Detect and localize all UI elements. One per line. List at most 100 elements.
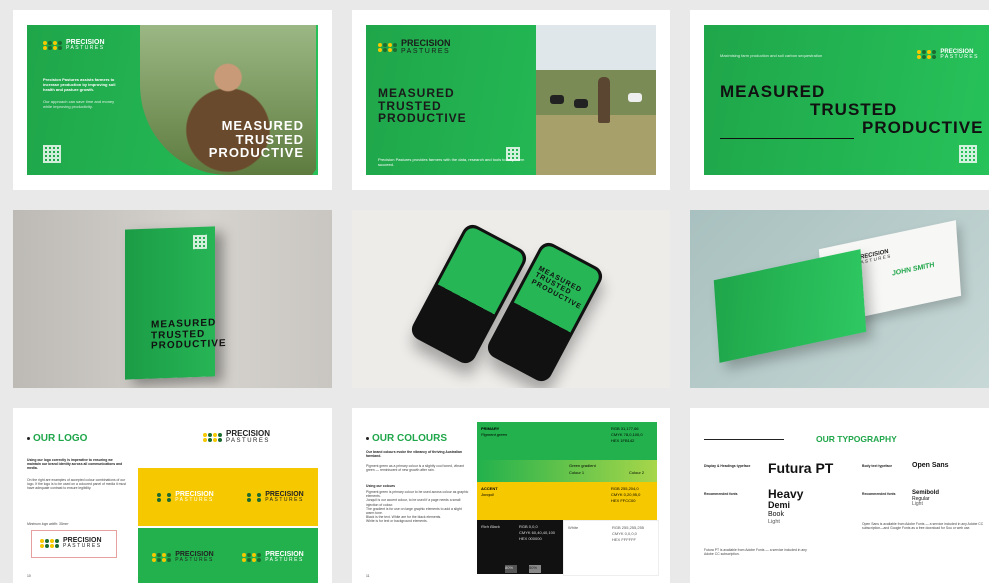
black-cmyk: CMYK 60,40,40,100: [519, 530, 556, 535]
colour-rule-3: The gradient is for use on large graphic…: [366, 506, 462, 516]
brand-logo: PRECISION PASTURES: [152, 491, 214, 503]
slide-thumb-pasture[interactable]: PRECISION PASTURES MEASURED TRUSTED PROD…: [352, 10, 670, 190]
swatch-white: White RGB 255,255,255 CMYK 0,0,0,0 HEX F…: [563, 520, 659, 576]
logo-mark-icon: [203, 432, 222, 442]
headline-trusted: TRUSTED: [810, 99, 898, 119]
intro-text: Precision Pastures assists farmers to in…: [43, 77, 116, 92]
phone-mockup[interactable]: MEASURED TRUSTED PRODUCTIVE: [352, 210, 670, 388]
display-font-name: Futura PT: [768, 460, 834, 476]
qr-code-icon: [43, 145, 61, 163]
logo-mark-icon: [43, 40, 62, 50]
logo-mark-icon: [378, 42, 397, 52]
headline-productive: PRODUCTIVE: [862, 117, 984, 137]
logo-mark-icon: [152, 552, 172, 562]
body-text: Our approach can save time and money whi…: [43, 99, 115, 109]
logo-name-top: PRECISION: [226, 429, 271, 438]
page-our-logo[interactable]: OUR LOGO Using our logo correctly is imp…: [13, 408, 332, 583]
business-card-back: [713, 249, 867, 363]
caption: Maximising farm production and soil carb…: [720, 53, 823, 58]
logo-name-bottom: PASTURES: [175, 557, 214, 563]
logo-on-green-band: PRECISION PASTURES PRECISION PASTURES: [138, 528, 318, 583]
recommended-label-open: Recommended fonts: [862, 492, 896, 496]
slide-intro: PRECISION PASTURES Precision Pastures as…: [27, 25, 318, 175]
page-number: 11: [366, 574, 370, 578]
brand-logo-header: PRECISION PASTURES: [203, 430, 270, 444]
swatch-gradient: Green gradient Colour 1 Colour 2: [477, 460, 657, 482]
cow-icon: [628, 93, 642, 102]
tint-50: 50%: [529, 565, 541, 573]
headline-measured: MEASURED: [221, 118, 304, 133]
pasture-photo: [536, 25, 656, 175]
primary-label: PRIMARY: [481, 426, 500, 431]
logo-mark-icon: [152, 492, 172, 502]
colours-page-title: OUR COLOURS: [372, 433, 447, 444]
logo-page-intro: Using our logo correctly is imperative t…: [27, 458, 123, 471]
brand-logo: PRECISION PASTURES: [917, 49, 979, 60]
brand-logo: PRECISION PASTURES: [152, 551, 214, 563]
qr-code-icon: [506, 147, 520, 161]
display-typeface-label: Display & Headings typeface: [704, 464, 751, 468]
slide-pasture: PRECISION PASTURES MEASURED TRUSTED PROD…: [366, 25, 656, 175]
swatch-black: Rich Black RGB 0,0,0 CMYK 60,40,40,100 H…: [477, 520, 563, 574]
logo-mark-icon: [242, 492, 262, 502]
weight-book: Book: [768, 511, 784, 519]
business-card-mockup[interactable]: PRECISION PASTURES JOHN SMITH: [690, 210, 989, 388]
gradient-colour1: Colour 1: [569, 470, 585, 475]
brand-logo: PRECISION PASTURES: [242, 551, 304, 563]
arrow-line: [704, 439, 784, 440]
logo-mark-icon: [242, 552, 262, 562]
gradient-colour2: Colour 2: [629, 470, 645, 475]
book-line-productive: PRODUCTIVE: [151, 338, 227, 352]
slide-thumb-intro[interactable]: PRECISION PASTURES Precision Pastures as…: [13, 10, 332, 190]
logo-name-top: PRECISION: [401, 38, 451, 48]
brand-logo: PRECISION PASTURES: [242, 491, 304, 503]
logo-name-bottom: PASTURES: [401, 48, 451, 55]
primary-cmyk: CMYK 78,0,100,0: [611, 432, 643, 437]
gradient-label: Green gradient: [569, 463, 596, 468]
colours-body: Pigment green as a primary colour is a s…: [366, 464, 464, 473]
colour-rule-1: Pigment green is primary colour to be us…: [366, 490, 469, 499]
brand-logo: PRECISION PASTURES: [40, 537, 102, 549]
weight-light: Light: [768, 518, 780, 525]
colours-intro: Our brand colours evoke the vibrancy of …: [366, 450, 462, 459]
cow-icon: [574, 99, 588, 108]
qr-code-icon: [193, 234, 207, 250]
headline-productive: PRODUCTIVE: [378, 111, 467, 126]
colours-using-heading: Using our colours: [366, 484, 396, 488]
white-cmyk: CMYK 0,0,0,0: [612, 531, 637, 536]
logo-name-bottom: PASTURES: [63, 543, 102, 549]
swatch-primary: PRIMARY Pigment green RGB 31,177,66 CMYK…: [477, 422, 657, 460]
logo-mark-icon: [40, 538, 59, 548]
body-typeface-label: Body text typeface: [862, 464, 893, 468]
white-hex: HEX FFFFFF: [612, 537, 636, 542]
colour-rule-2: Jonquil is our accent colour, to be used…: [366, 498, 461, 507]
headline-measured: MEASURED: [720, 82, 826, 101]
primary-hex: HEX 1FB142: [611, 438, 635, 443]
arrow-line: [720, 138, 854, 139]
weight-demi: Demi: [768, 500, 791, 511]
book-mockup[interactable]: MEASURED TRUSTED PRODUCTIVE: [13, 210, 332, 388]
logo-page-title: OUR LOGO: [33, 433, 88, 444]
body-font-name: Open Sans: [912, 462, 949, 469]
logo-clearspace-box: PRECISION PASTURES: [31, 530, 117, 558]
logo-name-bottom: PASTURES: [940, 54, 979, 60]
swatch-accent: ACCENT Jonquil RGB 255,204,0 CMYK 0,20,9…: [477, 482, 657, 520]
primary-rgb: RGB 31,177,66: [611, 426, 639, 431]
logo-min-size: Minimum logo width: 30mm: [27, 522, 69, 526]
white-name: White: [568, 525, 579, 530]
slide-thumb-headline[interactable]: Maximising farm production and soil carb…: [690, 10, 989, 190]
logo-page-body: On the right are examples of accepted co…: [27, 478, 126, 491]
headline-measured: MEASURED: [378, 86, 455, 100]
page-our-typography[interactable]: OUR TYPOGRAPHY Display & Headings typefa…: [690, 408, 989, 583]
page-number: 10: [27, 574, 31, 578]
tint-80: 80%: [505, 565, 517, 573]
slide-headline: Maximising farm production and soil carb…: [704, 25, 989, 175]
brand-logo: PRECISION PASTURES: [43, 39, 105, 51]
typography-page-title: OUR TYPOGRAPHY: [816, 434, 897, 444]
card-person-name: JOHN SMITH: [891, 261, 935, 278]
black-hex: HEX 000000: [519, 536, 542, 541]
cow-icon: [550, 95, 564, 104]
page-our-colours[interactable]: OUR COLOURS Our brand colours evoke the …: [352, 408, 670, 583]
logo-mark-icon: [917, 50, 937, 59]
logo-name-bottom: PASTURES: [226, 438, 270, 444]
